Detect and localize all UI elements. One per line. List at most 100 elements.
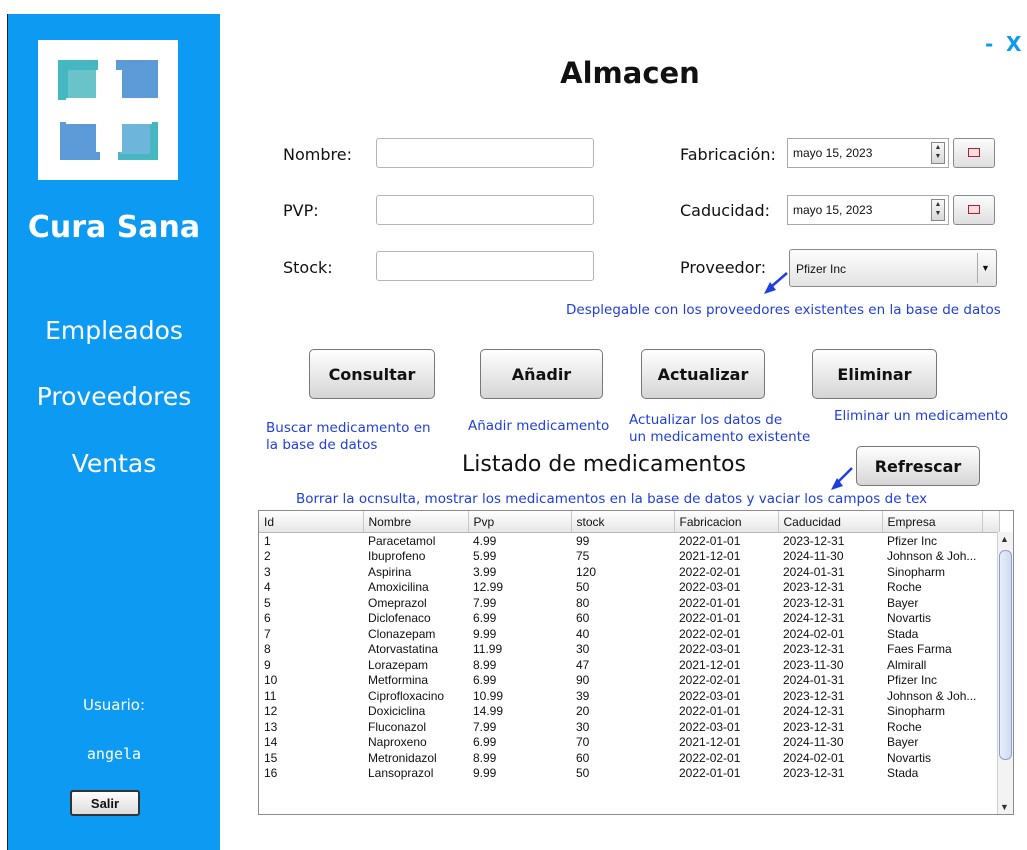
table-cell: Johnson & Joh... <box>887 549 977 564</box>
table-cell: 2024-02-01 <box>783 750 845 765</box>
scroll-up-icon[interactable]: ▲ <box>1000 534 1009 544</box>
table-cell: 9.99 <box>473 766 497 781</box>
table-cell: 2021-12-01 <box>679 549 741 564</box>
table-cell: Roche <box>887 580 922 595</box>
table-cell: Faes Farma <box>887 642 952 657</box>
table-cell: 7.99 <box>473 595 497 610</box>
table-cell: Stada <box>887 626 919 641</box>
table-row[interactable]: 6 Diclofenaco 6.99 60 2022-01-01 2024-12-31 No… <box>259 611 999 627</box>
table-cell: 2023-11-30 <box>783 657 844 672</box>
table-cell: 6.99 <box>473 673 497 688</box>
table-row[interactable]: 9 Lorazepam 8.99 47 2021-12-01 2023-11-30 Almi… <box>259 657 999 673</box>
table-row[interactable]: 14 Naproxeno 6.99 70 2021-12-01 2024-11-30 Bay… <box>259 735 999 751</box>
scrollbar-thumb[interactable] <box>999 550 1012 760</box>
table-cell: 4.99 <box>473 533 497 548</box>
table-cell: Sinopharm <box>887 704 946 719</box>
table-cell: 2024-11-30 <box>783 735 844 750</box>
arrow-icon <box>837 467 853 483</box>
table-cell: 2023-12-31 <box>783 719 845 734</box>
table-cell: Atorvastatina <box>368 642 439 657</box>
column-header[interactable]: Caducidad <box>778 511 883 533</box>
table-row[interactable]: 16 Lansoprazol 9.99 50 2022-01-01 2023-12-31 S… <box>259 766 999 782</box>
table-cell: 10 <box>264 673 278 688</box>
medicamentos-table[interactable]: Id Nombre Pvp stock Fabricacion Caducida… <box>258 510 1014 815</box>
table-cell: 2024-01-31 <box>783 673 845 688</box>
column-header[interactable]: Fabricacion <box>674 511 779 533</box>
table-cell: Fluconazol <box>368 719 427 734</box>
scroll-down-icon[interactable]: ▼ <box>1000 802 1009 812</box>
table-cell: 2024-12-31 <box>783 704 845 719</box>
table-cell: Omeprazol <box>368 595 427 610</box>
column-header[interactable]: Empresa <box>882 511 983 533</box>
table-cell: 75 <box>576 549 590 564</box>
table-cell: 10.99 <box>473 688 504 703</box>
table-cell: Lorazepam <box>368 657 429 672</box>
table-cell: 8.99 <box>473 750 497 765</box>
table-cell: 13 <box>264 719 278 734</box>
table-cell: 6.99 <box>473 735 497 750</box>
actualizar-note-line2: un medicamento existente <box>629 429 811 445</box>
table-cell: 2022-01-01 <box>679 704 741 719</box>
table-cell: 2022-02-01 <box>679 750 741 765</box>
table-cell: 2 <box>264 549 271 564</box>
table-cell: Doxiciclina <box>368 704 426 719</box>
table-cell: 2021-12-01 <box>679 735 741 750</box>
table-cell: 50 <box>576 766 590 781</box>
table-cell: 60 <box>576 611 590 626</box>
table-row[interactable]: 7 Clonazepam 9.99 40 2022-02-01 2024-02-01 Sta… <box>259 626 999 642</box>
table-cell: 2023-12-31 <box>783 688 845 703</box>
table-row[interactable]: 15 Metronidazol 8.99 60 2022-02-01 2024-02-01… <box>259 750 999 766</box>
table-cell: Metformina <box>368 673 429 688</box>
table-cell: 8 <box>264 642 271 657</box>
table-cell: Roche <box>887 719 922 734</box>
table-cell: Bayer <box>887 735 919 750</box>
anadir-note: Añadir medicamento <box>468 418 610 434</box>
table-row[interactable]: 8 Atorvastatina 11.99 30 2022-03-01 2023-12-3… <box>259 642 999 658</box>
table-cell: 2023-12-31 <box>783 642 845 657</box>
table-cell: 47 <box>576 657 590 672</box>
table-row[interactable]: 11 Ciprofloxacino 10.99 39 2022-03-01 2023-12… <box>259 688 999 704</box>
table-cell: 80 <box>576 595 590 610</box>
table-row[interactable]: 12 Doxiciclina 14.99 20 2022-01-01 2024-12-31… <box>259 704 999 720</box>
arrow-icon <box>771 272 788 287</box>
table-row[interactable]: 1 Paracetamol 4.99 99 2022-01-01 2023-12-31 Pf… <box>259 533 999 549</box>
table-cell: 2023-12-31 <box>783 580 845 595</box>
refrescar-note: Borrar la ocnsulta, mostrar los medicame… <box>296 491 928 507</box>
eliminar-button[interactable]: Eliminar <box>812 349 937 399</box>
table-cell: 2022-03-01 <box>679 688 741 703</box>
table-scrollbar[interactable]: ▲ ▼ <box>997 532 1013 814</box>
column-header[interactable]: Id <box>259 511 364 533</box>
table-cell: Pfizer Inc <box>887 533 938 548</box>
anadir-button[interactable]: Añadir <box>480 349 603 399</box>
table-row[interactable]: 4 Amoxicilina 12.99 50 2022-03-01 2023-12-31 R… <box>259 580 999 596</box>
table-row[interactable]: 3 Aspirina 3.99 120 2022-02-01 2024-01-31 Sino… <box>259 564 999 580</box>
table: Id Nombre Pvp stock Fabricacion Caducida… <box>259 511 1000 781</box>
table-body: 1 Paracetamol 4.99 99 2022-01-01 2023-12-31 Pf… <box>259 533 999 782</box>
table-cell: 15 <box>264 750 278 765</box>
table-cell: 5 <box>264 595 271 610</box>
refrescar-button[interactable]: Refrescar <box>856 446 980 486</box>
column-header[interactable]: Pvp <box>468 511 572 533</box>
column-header[interactable]: stock <box>571 511 675 533</box>
table-cell: 2023-12-31 <box>783 766 845 781</box>
actualizar-button[interactable]: Actualizar <box>641 349 765 399</box>
table-row[interactable]: 13 Fluconazol 7.99 30 2022-03-01 2023-12-31 Ro… <box>259 719 999 735</box>
consultar-button[interactable]: Consultar <box>309 349 435 399</box>
table-cell: Sinopharm <box>887 564 946 579</box>
table-cell: 5.99 <box>473 549 497 564</box>
table-cell: 6.99 <box>473 611 497 626</box>
table-row[interactable]: 5 Omeprazol 7.99 80 2022-01-01 2023-12-31 Baye… <box>259 595 999 611</box>
table-header: Id Nombre Pvp stock Fabricacion Caducida… <box>259 511 1000 533</box>
consultar-note-line1: Buscar medicamento en <box>266 420 431 436</box>
table-cell: Clonazepam <box>368 626 436 641</box>
table-cell: Ibuprofeno <box>368 549 426 564</box>
column-header[interactable]: Nombre <box>363 511 469 533</box>
table-cell: Amoxicilina <box>368 580 429 595</box>
table-cell: 1 <box>264 533 271 548</box>
table-cell: 2022-02-01 <box>679 673 741 688</box>
table-row[interactable]: 10 Metformina 6.99 90 2022-02-01 2024-01-31 Pf… <box>259 673 999 689</box>
table-cell: 7 <box>264 626 271 641</box>
table-row[interactable]: 2 Ibuprofeno 5.99 75 2021-12-01 2024-11-30 Joh… <box>259 549 999 565</box>
table-cell: 70 <box>576 735 590 750</box>
table-cell: 30 <box>576 642 590 657</box>
